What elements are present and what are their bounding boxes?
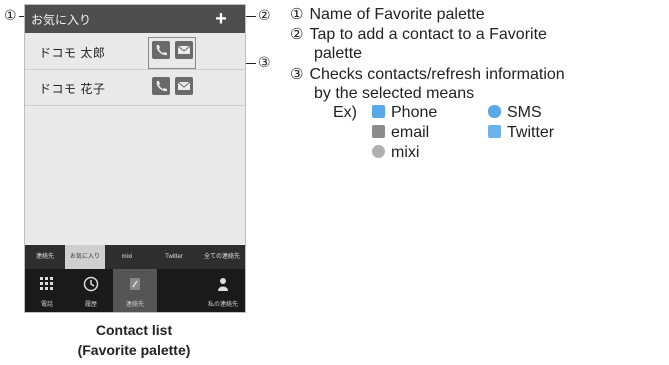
- mixi-icon: [372, 145, 385, 158]
- nav-phone[interactable]: 電話: [25, 269, 69, 312]
- description-2-cont: palette: [314, 44, 362, 64]
- tab-favorites[interactable]: お気に入り: [65, 245, 105, 269]
- palette-header: お気に入り +: [25, 5, 245, 33]
- palette-name: お気に入り: [31, 13, 92, 27]
- dialpad-icon: [40, 277, 53, 290]
- description-3-cont: by the selected means: [314, 84, 474, 104]
- description-mark: ①: [290, 5, 304, 23]
- tab-all-contacts[interactable]: 全ての連絡先: [201, 245, 243, 269]
- callout-1: ①: [4, 8, 17, 24]
- nav-label: 連絡先: [125, 302, 144, 308]
- example-item-label: email: [391, 124, 430, 141]
- nav-label: 電話: [40, 302, 53, 308]
- nav-contacts[interactable]: 連絡先: [113, 269, 157, 312]
- nav-label: 私の連絡先: [207, 302, 238, 308]
- description-text: Checks contacts/refresh information: [309, 66, 565, 83]
- caption-line-2: (Favorite palette): [77, 342, 191, 358]
- contact-row[interactable]: ドコモ 花子: [25, 69, 245, 106]
- example-item-label: SMS: [507, 104, 542, 121]
- contact-row[interactable]: ドコモ 太郎: [25, 33, 245, 70]
- bottom-nav-bar: 電話 履歴 連絡先 私の連絡先: [25, 269, 245, 312]
- example-email: email: [372, 124, 429, 142]
- tab-contacts[interactable]: 連絡先: [27, 245, 63, 269]
- person-icon: [218, 278, 228, 291]
- phone-screen: お気に入り + ドコモ 太郎 ドコモ 花子 連絡先 お気に入り mixi Twi…: [24, 4, 246, 313]
- description-text: palette: [314, 45, 363, 62]
- contact-name: ドコモ 花子: [39, 82, 106, 96]
- palette-tab-bar: 連絡先 お気に入り mixi Twitter 全ての連絡先: [25, 245, 245, 269]
- description-mark: ③: [290, 65, 304, 83]
- sms-icon: [488, 105, 501, 118]
- nav-label: 履歴: [84, 302, 97, 308]
- contact-name: ドコモ 太郎: [39, 46, 106, 60]
- tab-twitter[interactable]: Twitter: [149, 245, 199, 269]
- description-mark: ②: [290, 25, 304, 43]
- phone-icon[interactable]: [152, 41, 170, 59]
- example-item-label: mixi: [391, 144, 420, 161]
- example-phone: Phone: [372, 104, 437, 122]
- example-twitter: Twitter: [488, 124, 554, 142]
- description-text: Name of Favorite palette: [309, 6, 485, 23]
- description-2: ② Tap to add a contact to a Favorite: [290, 24, 547, 45]
- nav-my-contact[interactable]: 私の連絡先: [201, 269, 245, 312]
- add-contact-button[interactable]: +: [211, 9, 231, 29]
- nav-blank: [157, 269, 201, 312]
- phone-icon: [372, 105, 385, 118]
- clock-icon: [83, 276, 99, 292]
- example-sms: SMS: [488, 104, 542, 122]
- callout-2: ②: [258, 8, 271, 24]
- description-3: ③ Checks contacts/refresh information: [290, 64, 565, 85]
- twitter-icon: [488, 125, 501, 138]
- description-text: by the selected means: [314, 85, 475, 102]
- message-icon[interactable]: [175, 77, 193, 95]
- description-1: ① Name of Favorite palette: [290, 4, 485, 25]
- phone-icon[interactable]: [152, 77, 170, 95]
- tab-mixi[interactable]: mixi: [107, 245, 147, 269]
- message-icon[interactable]: [175, 41, 193, 59]
- description-text: Tap to add a contact to a Favorite: [309, 26, 547, 43]
- email-icon: [372, 125, 385, 138]
- example-label: Ex): [333, 104, 357, 121]
- callout-3: ③: [258, 55, 271, 71]
- caption-line-1: Contact list: [95, 322, 173, 338]
- contacts-icon: [130, 278, 140, 290]
- nav-history[interactable]: 履歴: [69, 269, 113, 312]
- example-item-label: Twitter: [507, 124, 555, 141]
- example-mixi: mixi: [372, 144, 419, 162]
- example-item-label: Phone: [391, 104, 438, 121]
